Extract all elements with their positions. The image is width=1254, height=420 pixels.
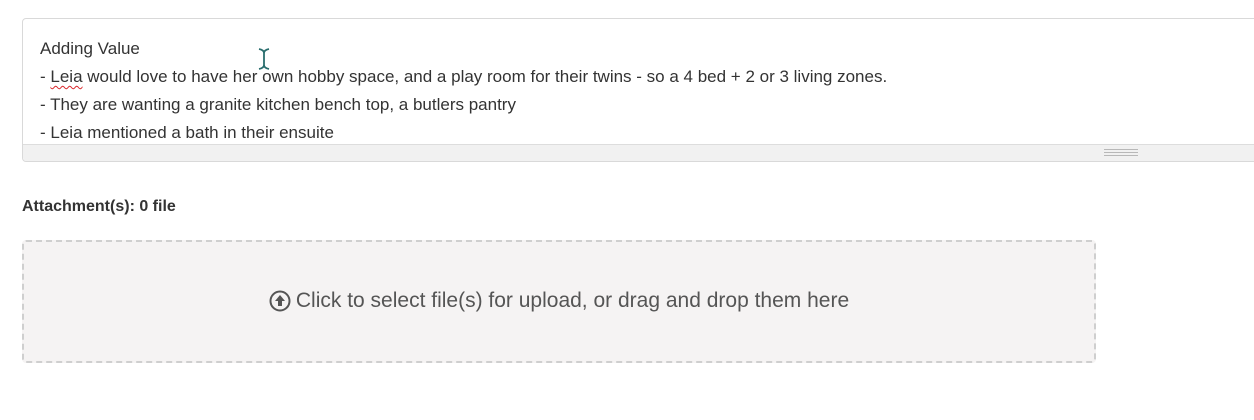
editor-line: - Leia mentioned a bath in their ensuite bbox=[40, 119, 1254, 147]
editor-line-text: Adding Value bbox=[40, 39, 140, 58]
editor-line-text: would love to have her own hobby space, … bbox=[82, 67, 888, 86]
file-dropzone[interactable]: Click to select file(s) for upload, or d… bbox=[22, 240, 1096, 363]
upload-circle-icon bbox=[269, 290, 291, 311]
text-cursor-icon bbox=[258, 48, 270, 70]
resize-handle[interactable] bbox=[1104, 149, 1138, 156]
editor-line-text: Leia mentioned a bath in their ensuite bbox=[50, 123, 334, 142]
dropzone-text: Click to select file(s) for upload, or d… bbox=[295, 288, 850, 312]
editor-line: - Leia would love to have her own hobby … bbox=[40, 63, 1254, 91]
dropzone-message: Click to select file(s) for upload, or d… bbox=[269, 289, 849, 313]
spelling-error-word[interactable]: Leia bbox=[50, 67, 82, 86]
editor-content[interactable]: Adding Value - Leia would love to have h… bbox=[40, 35, 1254, 147]
editor-line-text: - They are wanting a granite kitchen ben… bbox=[40, 95, 516, 114]
notes-form: Adding Value - Leia would love to have h… bbox=[0, 0, 1254, 420]
rich-text-editor[interactable]: Adding Value - Leia would love to have h… bbox=[22, 18, 1254, 162]
editor-line: - They are wanting a granite kitchen ben… bbox=[40, 91, 1254, 119]
editor-line-prefix: - bbox=[40, 67, 51, 86]
editor-line-prefix: - bbox=[40, 123, 51, 142]
editor-line-heading: Adding Value bbox=[40, 35, 1254, 63]
attachments-label: Attachment(s): 0 file bbox=[22, 198, 176, 215]
editor-statusbar bbox=[23, 144, 1254, 161]
